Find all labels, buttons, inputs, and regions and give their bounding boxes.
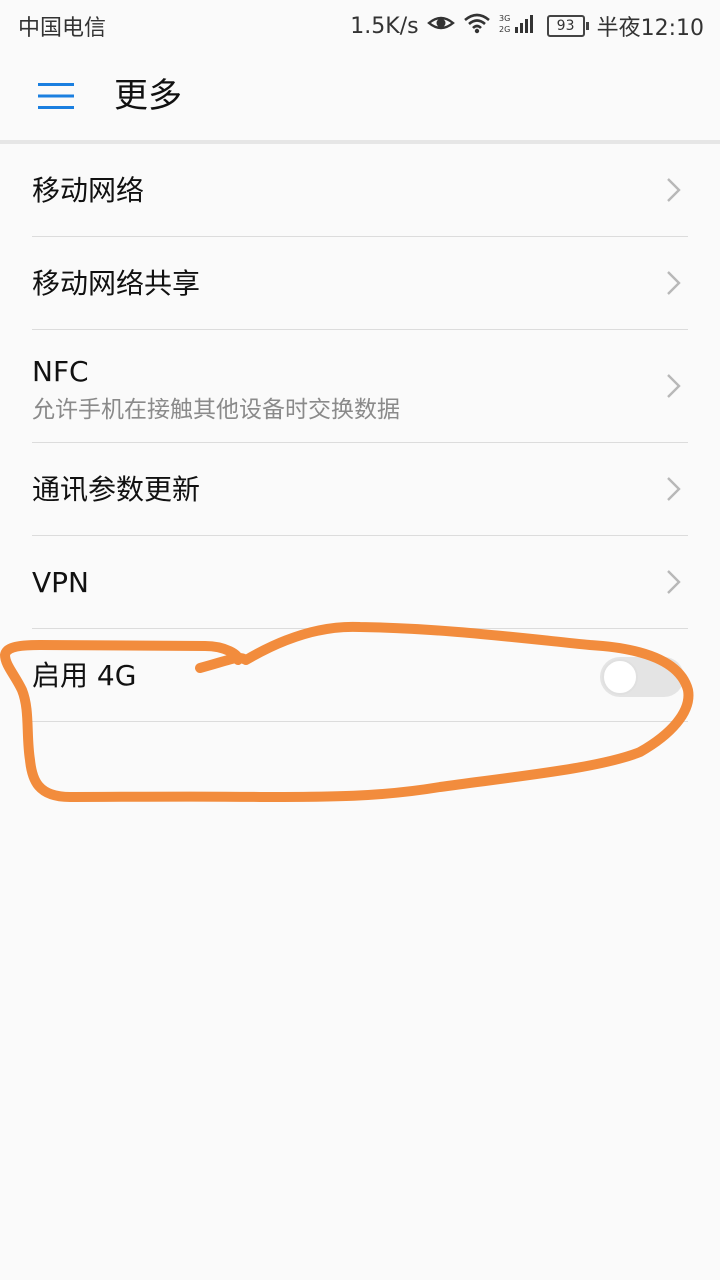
chevron-right-icon: [667, 178, 681, 202]
item-title: 移动网络: [32, 174, 145, 207]
status-right: 1.5K/s 3G 2G 93 半夜12:10: [350, 10, 704, 42]
item-title: VPN: [32, 566, 89, 599]
item-subtitle: 允许手机在接触其他设备时交换数据: [32, 397, 400, 423]
eye-icon: [426, 13, 455, 39]
chevron-right-icon: [667, 271, 681, 295]
enable-4g-toggle[interactable]: [600, 657, 684, 697]
list-item-enable-4g: 启用 4G: [32, 629, 688, 722]
network-speed: 1.5K/s: [350, 13, 419, 39]
battery-level: 93: [546, 15, 585, 37]
chevron-right-icon: [667, 374, 681, 398]
screen: 中国电信 1.5K/s 3G 2G 93 半夜12:10 更多 移动网络 移动网…: [0, 0, 720, 1280]
toggle-knob: [602, 659, 638, 695]
carrier-label: 中国电信: [18, 16, 107, 41]
app-bar: 更多: [0, 50, 720, 142]
list-item-vpn[interactable]: VPN: [32, 536, 688, 629]
list-item-nfc[interactable]: NFC 允许手机在接触其他设备时交换数据: [32, 330, 688, 443]
chevron-right-icon: [667, 570, 681, 594]
list-item-carrier-params-update[interactable]: 通讯参数更新: [32, 443, 688, 536]
item-title: NFC: [32, 355, 89, 388]
settings-list: 移动网络 移动网络共享 NFC 允许手机在接触其他设备时交换数据 通讯参数更新: [0, 144, 720, 722]
battery-icon: 93: [546, 15, 589, 37]
list-item-mobile-network[interactable]: 移动网络: [32, 144, 688, 237]
svg-text:2G: 2G: [499, 25, 510, 34]
signal-icon: 3G 2G: [499, 12, 539, 40]
page-title: 更多: [114, 76, 182, 116]
item-title: 启用 4G: [32, 659, 137, 692]
battery-tip: [585, 22, 589, 30]
wifi-icon: [463, 12, 491, 40]
hamburger-menu-icon[interactable]: [28, 74, 84, 118]
chevron-right-icon: [667, 477, 681, 501]
list-item-tethering[interactable]: 移动网络共享: [32, 237, 688, 330]
item-title: 移动网络共享: [32, 267, 201, 300]
status-bar: 中国电信 1.5K/s 3G 2G 93 半夜12:10: [0, 0, 720, 50]
svg-text:3G: 3G: [499, 14, 510, 23]
clock: 半夜12:10: [596, 16, 704, 41]
item-title: 通讯参数更新: [32, 473, 201, 506]
